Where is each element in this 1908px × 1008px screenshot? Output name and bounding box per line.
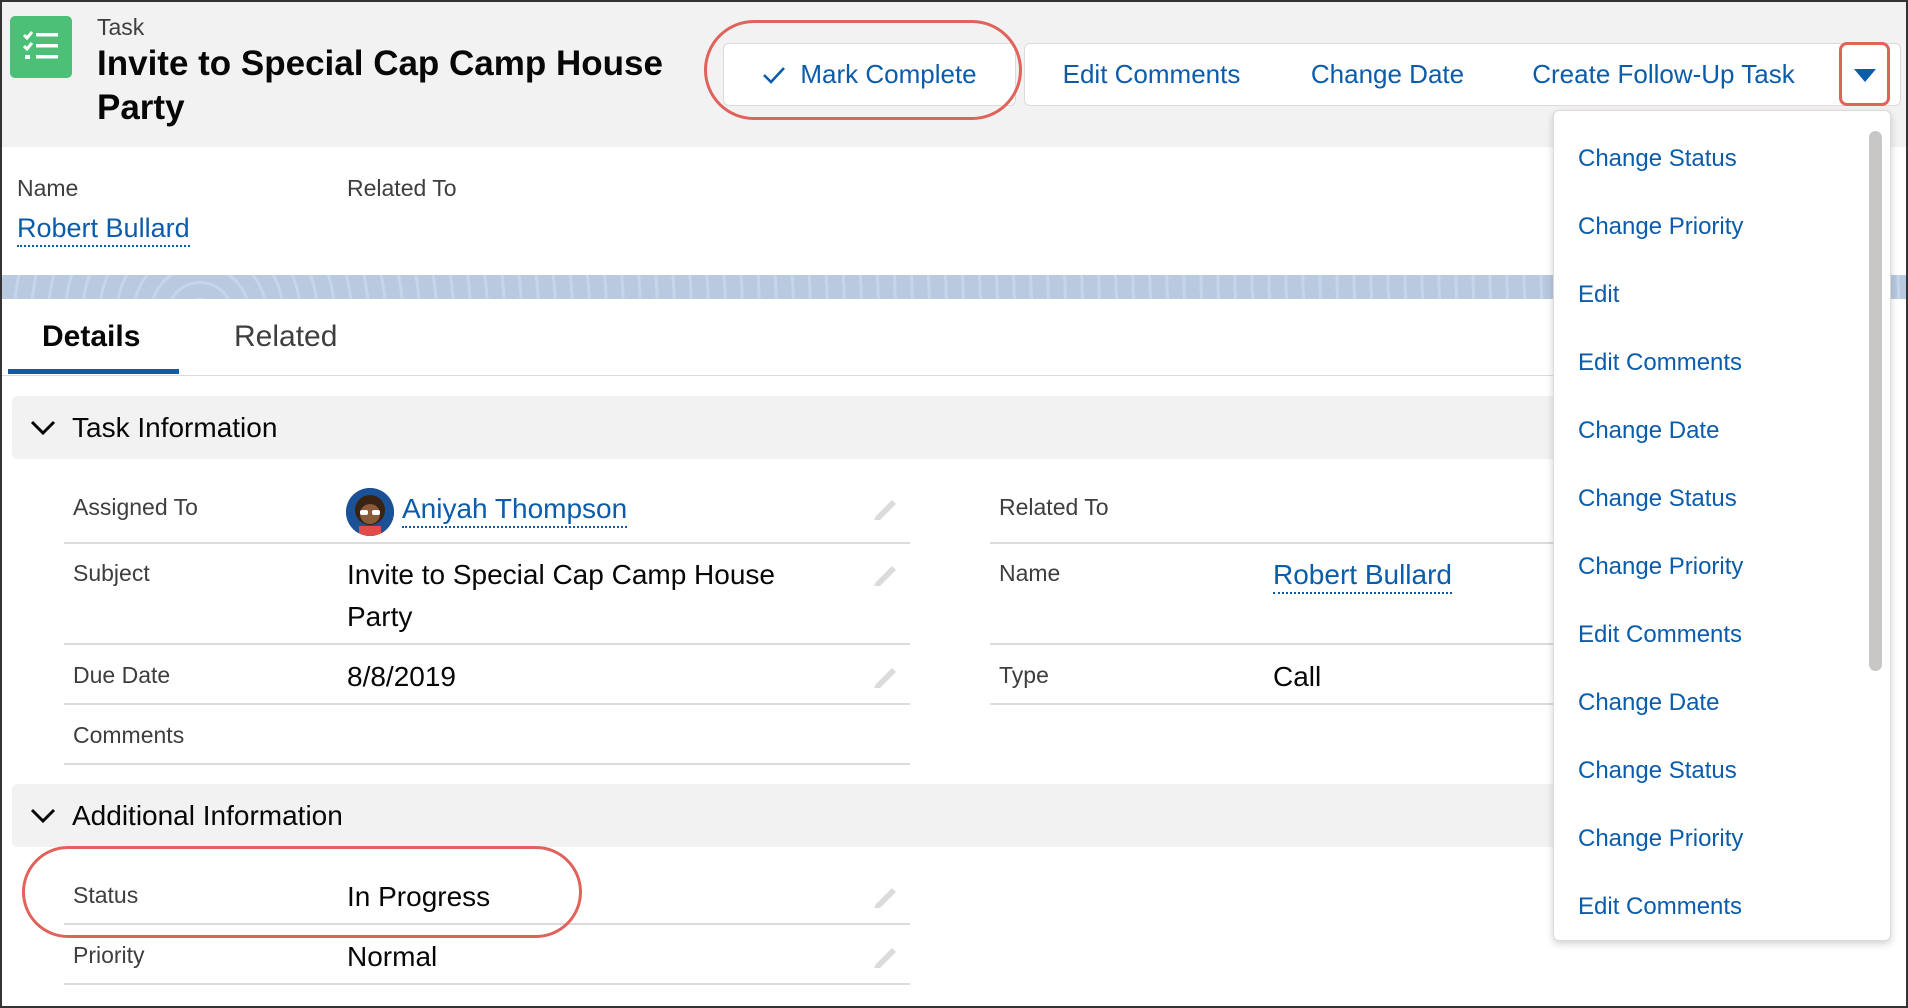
create-follow-up-task-button[interactable]: Create Follow-Up Task bbox=[1497, 43, 1831, 106]
divider bbox=[64, 542, 910, 544]
task-list-icon bbox=[10, 16, 72, 78]
type-value: Call bbox=[1273, 661, 1322, 692]
menu-item-change-status[interactable]: Change Status bbox=[1578, 757, 1737, 785]
avatar bbox=[346, 488, 394, 536]
divider bbox=[64, 643, 910, 645]
page-title: Invite to Special Cap Camp House Party bbox=[97, 44, 663, 127]
subject-value: Invite to Special Cap Camp House Party bbox=[347, 559, 775, 632]
menu-item-change-priority[interactable]: Change Priority bbox=[1578, 825, 1743, 853]
status-value: In Progress bbox=[347, 881, 491, 912]
menu-item-change-date[interactable]: Change Date bbox=[1578, 417, 1719, 445]
check-icon bbox=[762, 65, 786, 85]
divider bbox=[64, 703, 910, 705]
more-actions-button[interactable] bbox=[1829, 43, 1901, 106]
menu-item-change-status[interactable]: Change Status bbox=[1578, 145, 1737, 173]
more-actions-menu: Change Status Change Priority Edit Edit … bbox=[1553, 110, 1891, 941]
menu-item-edit[interactable]: Edit bbox=[1578, 281, 1619, 309]
due-date-label: Due Date bbox=[73, 662, 171, 688]
tab-bar: Details Related bbox=[0, 300, 1560, 376]
section-task-information[interactable]: Task Information bbox=[12, 396, 1560, 459]
comments-label: Comments bbox=[73, 722, 185, 748]
divider bbox=[990, 703, 1560, 705]
active-tab-indicator bbox=[8, 369, 179, 374]
priority-label: Priority bbox=[73, 942, 145, 968]
edit-comments-button[interactable]: Edit Comments bbox=[1024, 43, 1279, 106]
priority-value: Normal bbox=[347, 941, 438, 972]
highlight-name-link[interactable]: Robert Bullard bbox=[17, 213, 190, 247]
mark-complete-label: Mark Complete bbox=[800, 59, 977, 89]
due-date-value: 8/8/2019 bbox=[347, 661, 456, 692]
section-title: Task Information bbox=[72, 411, 278, 443]
name-link[interactable]: Robert Bullard bbox=[1273, 554, 1452, 596]
pencil-icon[interactable] bbox=[872, 882, 900, 915]
menu-item-edit-comments[interactable]: Edit Comments bbox=[1578, 349, 1742, 377]
menu-item-edit-comments[interactable]: Edit Comments bbox=[1578, 621, 1742, 649]
section-title: Additional Information bbox=[72, 799, 343, 831]
menu-item-change-priority[interactable]: Change Priority bbox=[1578, 553, 1743, 581]
chevron-down-icon bbox=[30, 808, 56, 824]
menu-item-change-date[interactable]: Change Date bbox=[1578, 689, 1719, 717]
pencil-icon[interactable] bbox=[872, 494, 900, 527]
divider bbox=[990, 542, 1560, 544]
related-to-label: Related To bbox=[999, 494, 1109, 520]
change-date-button[interactable]: Change Date bbox=[1277, 43, 1499, 106]
highlight-related-to-label: Related To bbox=[347, 175, 457, 201]
section-additional-information[interactable]: Additional Information bbox=[12, 784, 1560, 847]
menu-item-change-priority[interactable]: Change Priority bbox=[1578, 213, 1743, 241]
divider bbox=[64, 923, 910, 925]
divider bbox=[64, 763, 910, 765]
menu-scrollbar[interactable] bbox=[1869, 131, 1882, 671]
pencil-icon[interactable] bbox=[872, 942, 900, 975]
menu-item-edit-comments[interactable]: Edit Comments bbox=[1578, 893, 1742, 921]
assigned-to-link[interactable]: Aniyah Thompson bbox=[402, 488, 628, 530]
tab-details[interactable]: Details bbox=[42, 320, 140, 354]
chevron-down-icon bbox=[30, 420, 56, 436]
pencil-icon[interactable] bbox=[872, 560, 900, 593]
object-type-label: Task bbox=[97, 14, 145, 40]
status-label: Status bbox=[73, 882, 139, 908]
mark-complete-button[interactable]: Mark Complete bbox=[723, 43, 1016, 106]
divider bbox=[990, 643, 1560, 645]
subject-label: Subject bbox=[73, 560, 150, 586]
divider bbox=[64, 983, 910, 985]
menu-item-change-status[interactable]: Change Status bbox=[1578, 485, 1737, 513]
chevron-down-icon bbox=[1853, 59, 1876, 90]
tab-related[interactable]: Related bbox=[234, 320, 337, 354]
name-label: Name bbox=[999, 560, 1061, 586]
highlight-name-label: Name bbox=[17, 175, 79, 201]
assigned-to-label: Assigned To bbox=[73, 494, 198, 520]
type-label: Type bbox=[999, 662, 1049, 688]
pencil-icon[interactable] bbox=[872, 662, 900, 695]
